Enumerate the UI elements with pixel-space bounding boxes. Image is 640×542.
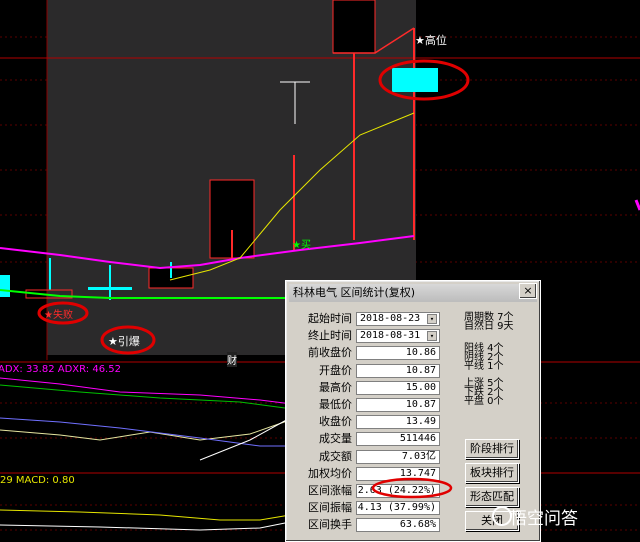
stat-label: 前收盘价 (308, 346, 352, 360)
stat-row: 区间振幅 4.13 (37.99%) (286, 500, 446, 516)
candle (0, 275, 10, 297)
high-label: ★高位 (415, 34, 447, 47)
date-picker[interactable]: 2018-08-31 ▾ (356, 329, 440, 344)
stat-value-text: 10.86 (405, 347, 436, 359)
stat-value: 4.13 (37.99%) (356, 501, 440, 516)
failure-label: ★失败 (44, 310, 73, 321)
stat-value-text: 63.68% (399, 519, 436, 531)
stat-row: 前收盘价 10.86 (286, 345, 446, 361)
buy-label: ★买 (292, 240, 311, 251)
level-count: 平盘 0个 (464, 396, 504, 407)
stat-label: 起始时间 (308, 312, 352, 325)
block-rank-button[interactable]: 板块排行 (465, 463, 519, 483)
stat-label: 成交量 (319, 432, 352, 446)
flat-count: 平线 1个 (464, 361, 504, 372)
stat-label: 成交额 (319, 449, 352, 463)
stat-row: 最低价 10.87 (286, 397, 446, 413)
stat-row: 终止时间 2018-08-31 ▾ (286, 328, 446, 344)
stat-value-text: 15.00 (405, 381, 436, 393)
stat-row: 最高价 15.00 (286, 380, 446, 396)
stat-label: 区间换手 (308, 518, 352, 532)
stat-value: 10.86 (356, 346, 440, 361)
stat-label: 终止时间 (308, 329, 352, 343)
macd-readout: 29 MACD: 0.80 (0, 475, 75, 486)
stat-row: 起始时间 2018-08-23 ▾ (286, 311, 446, 327)
stat-value-text: 2018-08-31 (360, 330, 421, 342)
stat-value: 13.49 (356, 415, 440, 430)
watermark: 悟空问答 (510, 509, 578, 529)
stat-value: 10.87 (356, 363, 440, 378)
sector-rank-button[interactable]: 阶段排行 (465, 439, 519, 459)
stat-label: 加权均价 (308, 466, 352, 480)
annotation-circle-range-gain (371, 477, 453, 499)
stat-value-text: 2018-08-23 (360, 313, 421, 324)
stat-label: 区间涨幅 (308, 484, 352, 497)
stat-value-text: 511446 (399, 433, 436, 445)
candle (392, 68, 438, 92)
wukong-logo-icon (492, 506, 512, 526)
stat-label: 区间振幅 (308, 501, 352, 515)
stat-label: 最高价 (319, 380, 352, 394)
stat-label: 开盘价 (319, 363, 352, 377)
stat-row: 开盘价 10.87 (286, 363, 446, 379)
stat-label: 收盘价 (319, 415, 352, 429)
chevron-down-icon[interactable]: ▾ (427, 331, 437, 342)
finance-marker: 财 (227, 352, 237, 367)
stat-row: 区间换手 63.68% (286, 517, 446, 533)
close-icon[interactable]: × (519, 283, 537, 299)
stat-value-text: 10.87 (405, 364, 436, 376)
stat-value: 63.68% (356, 518, 440, 533)
stat-value-text: 13.49 (405, 416, 436, 428)
stat-label: 最低价 (319, 398, 352, 411)
date-picker[interactable]: 2018-08-23 ▾ (356, 312, 440, 326)
dialog-title-bar[interactable]: 科林电气 区间统计(复权) (289, 284, 537, 302)
stat-row: 成交额 7.03亿 (286, 449, 446, 465)
stat-row: 成交量 511446 (286, 431, 446, 447)
range-stats-dialog[interactable]: 科林电气 区间统计(复权) × 起始时间 2018-08-23 ▾ 终止时间 2018-… (285, 280, 541, 542)
dialog-title: 科林电气 区间统计(复权) (293, 286, 416, 299)
candle (332, 0, 376, 54)
natural-days: 自然日 9天 (464, 321, 514, 332)
stat-value: 7.03亿 (356, 449, 440, 464)
stat-value: 511446 (356, 432, 440, 447)
stat-value: 15.00 (356, 380, 440, 395)
chevron-down-icon[interactable]: ▾ (427, 314, 437, 324)
stat-value: 10.87 (356, 398, 440, 412)
stat-row: 收盘价 13.49 (286, 414, 446, 430)
macd-lines (0, 509, 291, 531)
stat-value-text: 4.13 (37.99%) (357, 502, 436, 514)
ignite-label: ★引爆 (108, 335, 140, 348)
stat-value-text: 7.03亿 (401, 450, 436, 462)
stat-value-text: 10.87 (405, 399, 436, 410)
dmi-readout: ADX: 33.82 ADXR: 46.52 (0, 364, 121, 375)
